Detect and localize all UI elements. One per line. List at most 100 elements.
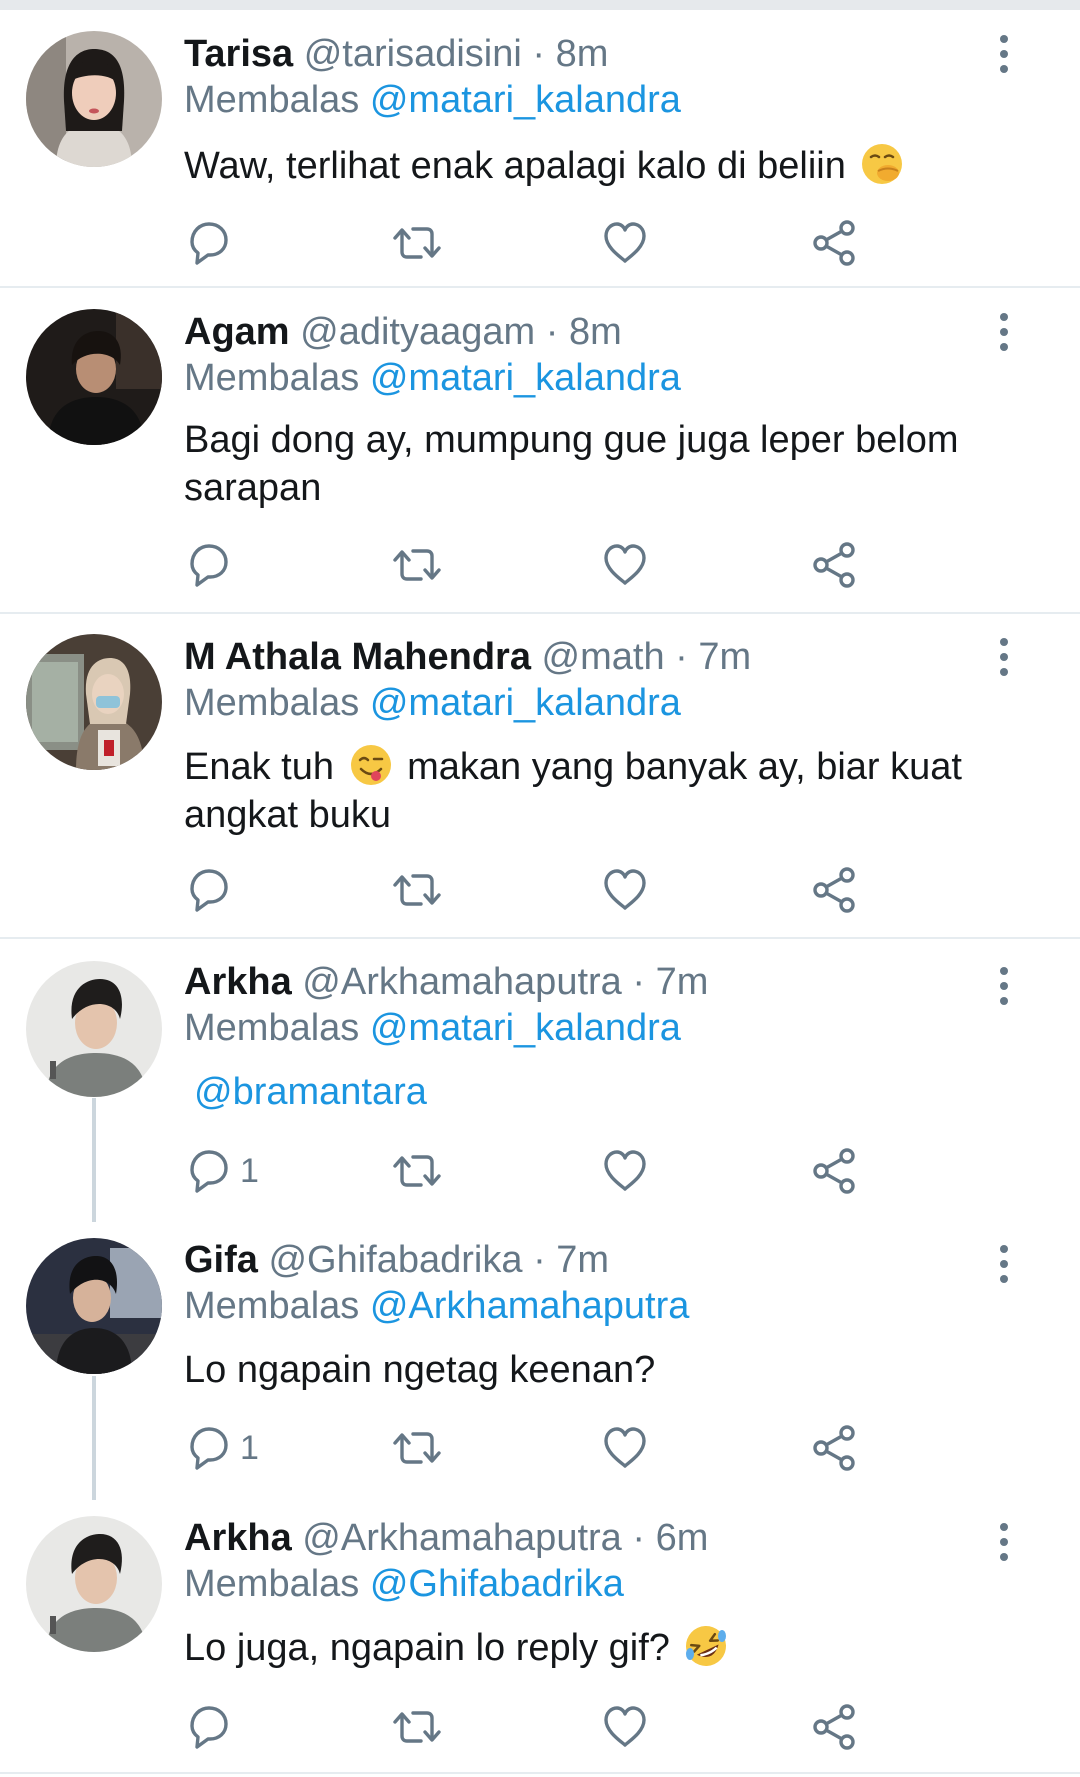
- retweet-button[interactable]: [392, 218, 442, 268]
- more-vertical-icon[interactable]: [992, 1522, 1016, 1562]
- tweet-actions: 1: [184, 1146, 904, 1196]
- retweet-button[interactable]: [392, 1423, 442, 1473]
- display-name[interactable]: Gifa: [184, 1239, 258, 1281]
- retweet-button[interactable]: [392, 540, 442, 590]
- tweet-text: Enak tuh makan yang banyak ay, biar kuat…: [184, 743, 1014, 839]
- tweet-text: Bagi dong ay, mumpung gue juga leper bel…: [184, 416, 1014, 512]
- tweet-header: M Athala Mahendra @math · 7m: [184, 633, 751, 681]
- share-icon: [813, 1425, 855, 1471]
- user-handle[interactable]: @Arkhamahaputra: [302, 1517, 622, 1559]
- display-name[interactable]: Agam: [184, 311, 290, 353]
- retweet-button[interactable]: [392, 1146, 442, 1196]
- tweet[interactable]: Agam @adityaagam · 8m Membalas @matari_k…: [0, 308, 1080, 608]
- like-button[interactable]: [600, 1423, 650, 1473]
- tweet-text-line: Enak tuh makan yang banyak ay, biar kuat: [184, 743, 1014, 791]
- share-button[interactable]: [810, 1146, 860, 1196]
- reply-button[interactable]: [184, 218, 234, 268]
- reply-icon: [190, 222, 228, 265]
- share-button[interactable]: [810, 865, 860, 915]
- like-button[interactable]: [600, 865, 650, 915]
- timestamp[interactable]: 6m: [656, 1517, 709, 1559]
- retweet-button[interactable]: [392, 1702, 442, 1752]
- reply-icon: [190, 544, 228, 587]
- reply-button[interactable]: [184, 1702, 234, 1752]
- tweet-text-line: sarapan: [184, 467, 322, 509]
- timestamp[interactable]: 7m: [556, 1239, 609, 1281]
- tweet[interactable]: M Athala Mahendra @math · 7m Membalas @m…: [0, 633, 1080, 933]
- separator-dot: ·: [532, 33, 546, 75]
- like-button[interactable]: [600, 1702, 650, 1752]
- tweet-text: @bramantara: [194, 1068, 1024, 1116]
- reply-icon: [190, 1706, 228, 1749]
- tweet-header: Tarisa @tarisadisini · 8m: [184, 30, 608, 78]
- tweet[interactable]: Arkha @Arkhamahaputra · 6m Membalas @Ghi…: [0, 1514, 1080, 1764]
- replying-to-label: Membalas: [184, 79, 360, 121]
- like-button[interactable]: [600, 1146, 650, 1196]
- tweet[interactable]: Gifa @Ghifabadrika · 7m Membalas @Arkham…: [0, 1236, 1080, 1486]
- replying-to: Membalas @matari_kalandra: [184, 1004, 681, 1052]
- reply-count: 1: [240, 1151, 259, 1190]
- reply-button[interactable]: 1: [184, 1423, 259, 1473]
- share-button[interactable]: [810, 1702, 860, 1752]
- replying-to: Membalas @matari_kalandra: [184, 76, 681, 124]
- timestamp[interactable]: 7m: [656, 961, 709, 1003]
- replying-to-mention[interactable]: @matari_kalandra: [370, 682, 681, 724]
- more-vertical-icon[interactable]: [992, 966, 1016, 1006]
- tweet[interactable]: Arkha @Arkhamahaputra · 7m Membalas @mat…: [0, 958, 1080, 1208]
- replying-to-mention[interactable]: @matari_kalandra: [370, 79, 681, 121]
- separator-dot: ·: [675, 636, 688, 678]
- replying-to-mention[interactable]: @Ghifabadrika: [370, 1563, 624, 1605]
- replying-to-mention[interactable]: @matari_kalandra: [370, 1007, 681, 1049]
- top-divider: [0, 0, 1080, 10]
- more-vertical-icon[interactable]: [992, 1244, 1016, 1284]
- share-button[interactable]: [810, 540, 860, 590]
- timestamp[interactable]: 7m: [698, 636, 751, 678]
- display-name[interactable]: Tarisa: [184, 33, 293, 75]
- tweet[interactable]: Tarisa @tarisadisini · 8m Membalas @mata…: [0, 30, 1080, 280]
- display-name[interactable]: M Athala Mahendra: [184, 636, 531, 678]
- reply-icon: [190, 1427, 228, 1470]
- replying-to-label: Membalas: [184, 1563, 360, 1605]
- share-icon: [813, 1704, 855, 1750]
- share-icon: [813, 1148, 855, 1194]
- like-button[interactable]: [600, 218, 650, 268]
- tweet-divider: [0, 286, 1080, 288]
- more-vertical-icon[interactable]: [992, 312, 1016, 352]
- tweet-header: Arkha @Arkhamahaputra · 7m: [184, 958, 708, 1006]
- tweet-text-line: Waw, terlihat enak apalagi kalo di belii…: [184, 145, 846, 187]
- user-handle[interactable]: @math: [542, 636, 665, 678]
- user-handle[interactable]: @Ghifabadrika: [268, 1239, 522, 1281]
- user-handle[interactable]: @tarisadisini: [304, 33, 522, 75]
- timestamp[interactable]: 8m: [556, 33, 609, 75]
- retweet-icon: [393, 1155, 441, 1187]
- timestamp[interactable]: 8m: [569, 311, 622, 353]
- tweet-actions: [184, 218, 904, 268]
- retweet-icon: [393, 227, 441, 259]
- separator-dot: ·: [533, 1239, 546, 1281]
- like-button[interactable]: [600, 540, 650, 590]
- retweet-button[interactable]: [392, 865, 442, 915]
- tweet-actions: [184, 865, 904, 915]
- replying-to-mention[interactable]: @Arkhamahaputra: [370, 1285, 690, 1327]
- user-handle[interactable]: @Arkhamahaputra: [302, 961, 622, 1003]
- replying-to-label: Membalas: [184, 682, 360, 724]
- more-vertical-icon[interactable]: [992, 637, 1016, 677]
- user-handle[interactable]: @adityaagam: [300, 311, 535, 353]
- tweet-divider: [0, 1772, 1080, 1774]
- retweet-icon: [393, 1432, 441, 1464]
- tweet-actions: [184, 1702, 904, 1752]
- reply-button[interactable]: [184, 865, 234, 915]
- replying-to-mention[interactable]: @matari_kalandra: [370, 357, 681, 399]
- share-button[interactable]: [810, 1423, 860, 1473]
- tweet-text-line: Bagi dong ay, mumpung gue juga leper bel…: [184, 419, 959, 461]
- tweet-header: Agam @adityaagam · 8m: [184, 308, 622, 356]
- reply-button[interactable]: [184, 540, 234, 590]
- like-icon: [604, 222, 646, 263]
- display-name[interactable]: Arkha: [184, 1517, 292, 1559]
- tweet-mention[interactable]: @bramantara: [194, 1071, 427, 1113]
- display-name[interactable]: Arkha: [184, 961, 292, 1003]
- share-button[interactable]: [810, 218, 860, 268]
- share-icon: [813, 220, 855, 266]
- more-vertical-icon[interactable]: [992, 34, 1016, 74]
- reply-button[interactable]: 1: [184, 1146, 259, 1196]
